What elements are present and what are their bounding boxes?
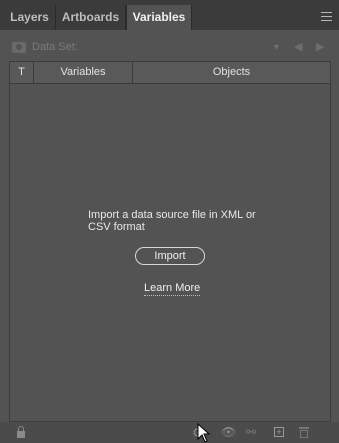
table-header: T Variables Objects: [10, 62, 330, 84]
dataset-row: Data Set: ▼ ◀ ▶: [0, 37, 339, 59]
camera-icon[interactable]: [12, 42, 26, 53]
import-button[interactable]: Import: [135, 247, 205, 265]
hamburger-menu-icon[interactable]: [321, 12, 332, 21]
next-dataset-icon[interactable]: ▶: [316, 40, 324, 53]
dataset-dropdown-arrow-icon[interactable]: ▼: [272, 42, 281, 52]
dataset-label: Data Set:: [32, 41, 78, 53]
empty-state-message: Import a data source file in XML or CSV …: [88, 209, 256, 233]
bottom-toolbar: ⚙ 👁 ⚯ +: [0, 422, 339, 443]
column-header-objects[interactable]: Objects: [133, 62, 330, 83]
unbind-icon[interactable]: ⚯: [246, 426, 260, 439]
trash-icon[interactable]: [299, 427, 309, 438]
previous-dataset-icon[interactable]: ◀: [294, 40, 302, 53]
lock-icon[interactable]: [17, 426, 25, 439]
tab-bar: Layers Artboards Variables: [0, 0, 339, 30]
eye-icon[interactable]: 👁: [221, 426, 237, 439]
tab-variables[interactable]: Variables: [126, 5, 192, 30]
tab-artboards[interactable]: Artboards: [56, 5, 126, 30]
column-header-variables[interactable]: Variables: [34, 62, 133, 83]
learn-more-link[interactable]: Learn More: [144, 282, 201, 296]
variables-panel: Layers Artboards Variables Data Set: ▼ ◀…: [0, 0, 339, 443]
variables-table: T Variables Objects Import a data source…: [9, 61, 331, 422]
mouse-cursor-icon: [197, 423, 211, 443]
new-variable-icon[interactable]: +: [274, 427, 284, 437]
tab-layers[interactable]: Layers: [4, 5, 56, 30]
column-header-type[interactable]: T: [10, 62, 34, 83]
